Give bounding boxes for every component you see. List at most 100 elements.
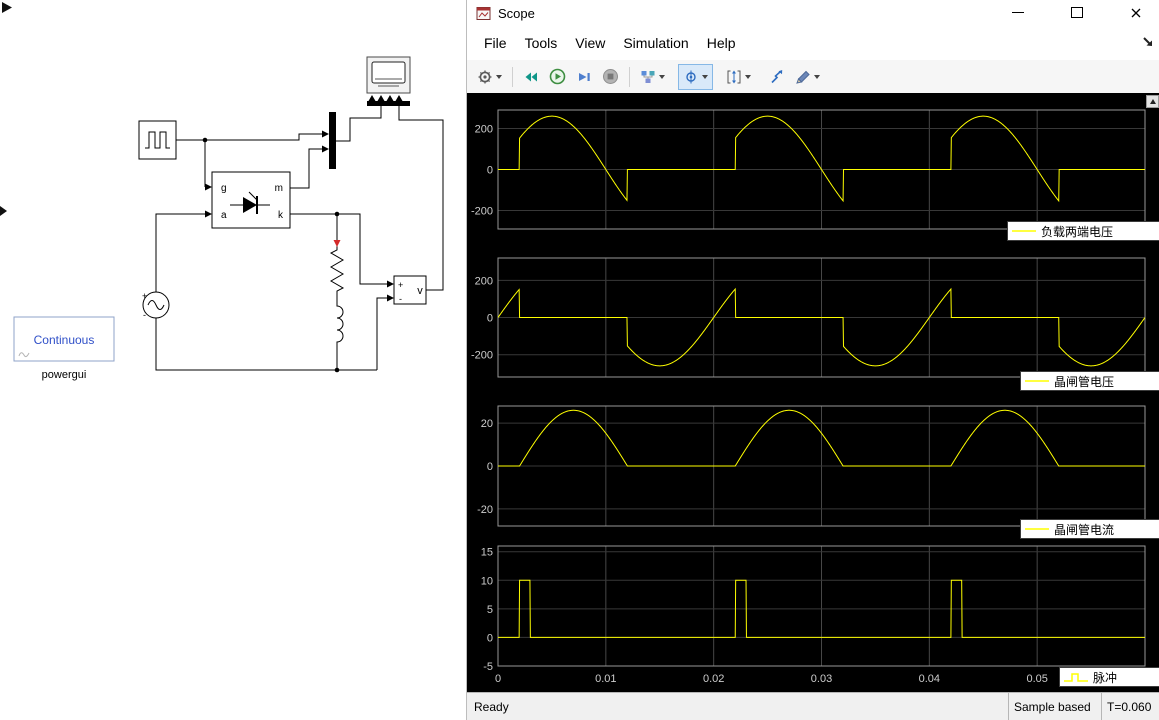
legend-thyristor-voltage[interactable]: 晶闸管电压 xyxy=(1020,371,1159,391)
svg-text:10: 10 xyxy=(481,575,493,587)
trigger-icon xyxy=(683,69,699,85)
menu-file[interactable]: File xyxy=(475,35,516,51)
svg-text:-200: -200 xyxy=(471,350,493,362)
scope-axes-canvas[interactable]: 2000-2002000-200200-20151050-500.010.020… xyxy=(467,93,1159,692)
svg-text:200: 200 xyxy=(475,123,493,135)
menubar: File Tools View Simulation Help xyxy=(467,26,1159,60)
branch-arrow-icon xyxy=(334,240,341,247)
legend-line-icon xyxy=(1024,524,1050,534)
statusbar: Ready Sample based T=0.060 xyxy=(467,692,1159,720)
legend-label: 晶闸管电流 xyxy=(1054,521,1114,538)
svg-text:0.05: 0.05 xyxy=(1026,673,1047,685)
settings-button[interactable] xyxy=(472,64,507,90)
dropdown-caret-icon xyxy=(814,75,820,79)
desktop: g a m k + - xyxy=(0,0,1159,720)
titlebar[interactable]: Scope xyxy=(467,0,1159,26)
window-title: Scope xyxy=(498,6,535,21)
menu-view[interactable]: View xyxy=(566,35,614,51)
input-port-icon xyxy=(396,95,403,101)
step-back-icon xyxy=(523,69,539,85)
stop-icon xyxy=(602,68,619,85)
status-text: Ready xyxy=(467,693,1008,720)
svg-text:5: 5 xyxy=(487,604,493,616)
span-axes-button[interactable] xyxy=(721,64,756,90)
run-button[interactable] xyxy=(544,64,571,90)
gear-icon xyxy=(477,69,493,85)
port-arrow-icon xyxy=(205,211,212,218)
svg-text:0.03: 0.03 xyxy=(811,673,832,685)
legend-pulse-icon xyxy=(1063,672,1089,683)
mux-block[interactable] xyxy=(329,112,336,169)
dropdown-caret-icon xyxy=(702,75,708,79)
cursor-measurements-button[interactable] xyxy=(764,64,790,90)
menu-overflow-icon[interactable] xyxy=(1142,35,1154,47)
wire-junction xyxy=(203,138,208,143)
legend-label: 晶闸管电压 xyxy=(1054,373,1114,390)
toolbar xyxy=(467,60,1159,94)
stop-button[interactable] xyxy=(597,64,624,90)
svg-text:-5: -5 xyxy=(483,661,493,673)
scope-display-area[interactable]: 2000-2002000-200200-20151050-500.010.020… xyxy=(467,93,1159,692)
span-axes-icon xyxy=(726,69,742,85)
dropdown-caret-icon xyxy=(659,75,665,79)
port-arrow-icon xyxy=(322,146,329,153)
svg-text:15: 15 xyxy=(481,547,493,559)
series-rlc-branch-block[interactable] xyxy=(331,214,343,370)
run-icon xyxy=(549,68,566,85)
trigger-button[interactable] xyxy=(678,64,713,90)
vm-label: v xyxy=(417,285,423,297)
port-label-a: a xyxy=(221,210,227,221)
legend-pulse[interactable]: 脉冲 xyxy=(1059,667,1159,687)
status-sim-time: T=0.060 xyxy=(1101,693,1159,720)
close-icon xyxy=(1130,7,1142,19)
svg-text:0: 0 xyxy=(487,165,493,177)
pulse-generator-block[interactable] xyxy=(139,121,176,159)
menu-help[interactable]: Help xyxy=(698,35,745,51)
step-back-button[interactable] xyxy=(518,64,544,90)
menu-simulation[interactable]: Simulation xyxy=(614,35,697,51)
close-button[interactable] xyxy=(1121,2,1151,23)
status-sample-mode: Sample based xyxy=(1008,693,1101,720)
svg-text:0.04: 0.04 xyxy=(919,673,940,685)
step-forward-button[interactable] xyxy=(571,64,597,90)
source-plus-label: + xyxy=(142,291,147,301)
svg-text:0: 0 xyxy=(487,313,493,325)
toolbar-separator xyxy=(512,67,513,87)
input-port-icon xyxy=(378,95,385,101)
scope-block[interactable] xyxy=(367,57,410,106)
svg-text:0: 0 xyxy=(495,673,501,685)
svg-text:200: 200 xyxy=(475,275,493,287)
maximize-button[interactable] xyxy=(1062,2,1092,23)
thyristor-block[interactable]: g a m k xyxy=(212,172,290,228)
brush-button[interactable] xyxy=(790,64,825,90)
legend-label: 负载两端电压 xyxy=(1041,223,1113,240)
ac-voltage-source-block[interactable]: + - xyxy=(142,291,169,320)
legend-load-voltage[interactable]: 负载两端电压 xyxy=(1007,221,1159,241)
scope-input-bar xyxy=(367,101,410,106)
artifact-mark xyxy=(2,2,12,13)
layout-icon xyxy=(640,69,656,85)
port-label-g: g xyxy=(221,183,227,194)
layout-button[interactable] xyxy=(635,64,670,90)
input-port-icon xyxy=(387,95,394,101)
svg-text:-200: -200 xyxy=(471,206,493,218)
simulink-model-canvas[interactable]: g a m k + - xyxy=(0,0,466,720)
scroll-up-button[interactable] xyxy=(1146,95,1159,108)
minimize-button[interactable] xyxy=(1003,2,1033,23)
legend-thyristor-current[interactable]: 晶闸管电流 xyxy=(1020,519,1159,539)
menu-tools[interactable]: Tools xyxy=(516,35,567,51)
svg-text:0: 0 xyxy=(487,461,493,473)
scope-app-icon xyxy=(476,6,491,21)
cursor-measurements-icon xyxy=(769,69,785,85)
port-arrow-icon xyxy=(205,184,212,191)
minimize-icon xyxy=(1012,12,1024,13)
voltage-measurement-block[interactable]: + - v xyxy=(394,276,426,304)
dropdown-caret-icon xyxy=(745,75,751,79)
powergui-block[interactable]: Continuous xyxy=(14,317,114,361)
brush-icon xyxy=(795,69,811,85)
signal-wires xyxy=(156,106,443,372)
powergui-name-label: powergui xyxy=(42,369,87,381)
input-port-icon xyxy=(369,95,376,101)
artifact-mark xyxy=(0,206,7,216)
svg-text:0.02: 0.02 xyxy=(703,673,724,685)
